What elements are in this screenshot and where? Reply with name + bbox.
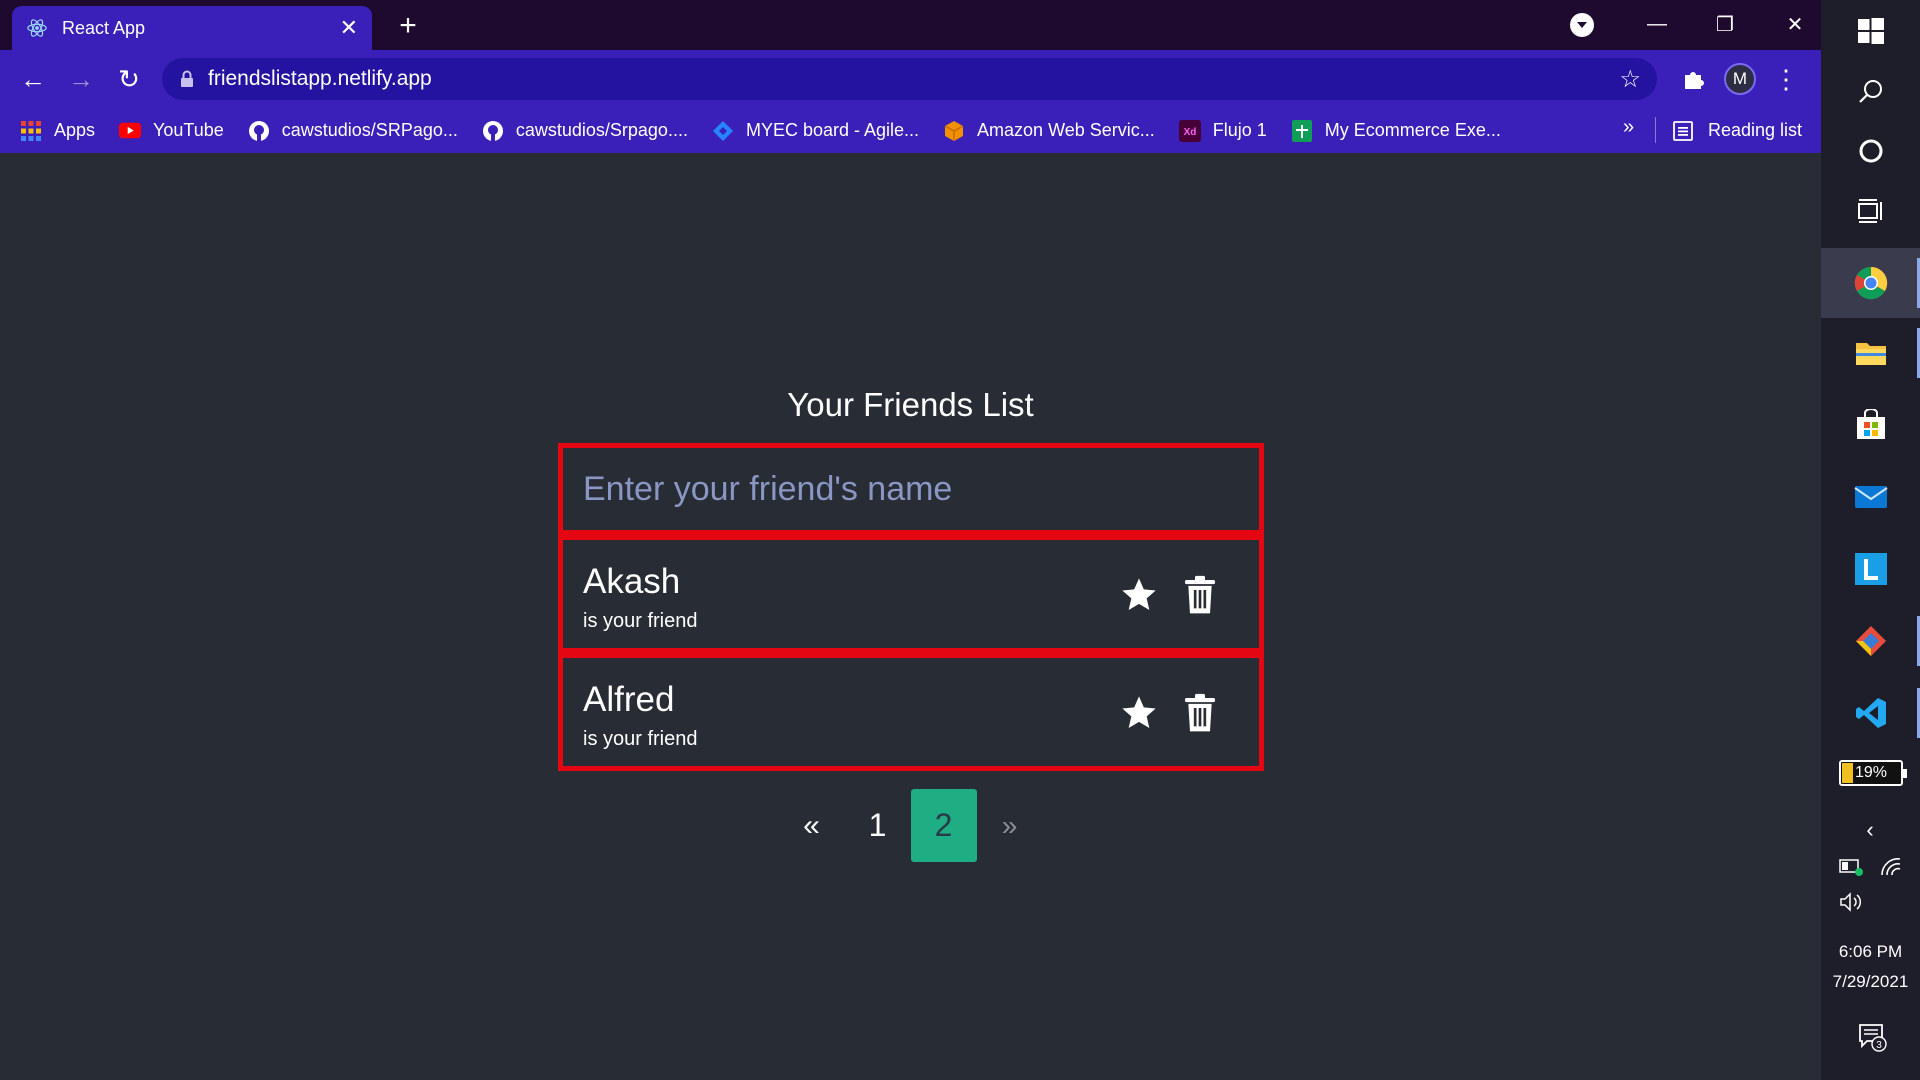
bookmark-aws[interactable]: Amazon Web Servic... [943,120,1155,142]
back-arrow-icon[interactable]: ← [16,62,50,96]
bookmark-label: Flujo 1 [1212,120,1267,140]
reading-list-label: Reading list [1708,120,1803,140]
friend-card: Alfred is your friend [558,653,1264,771]
browser-chrome: React App ✕ + — ❐ ✕ ← → ↻ friendslistapp… [0,0,1821,153]
close-window-button[interactable]: ✕ [1775,8,1815,40]
trash-icon[interactable] [1183,575,1217,615]
bookmark-flujo-1[interactable]: Xd Flujo 1 [1178,119,1267,142]
search-icon[interactable] [1821,60,1920,122]
mail-icon[interactable] [1821,466,1920,528]
bookmarks-bar: Apps YouTube cawstudios/SRPago... cawstu… [0,108,1821,153]
bookmark-cawstudios-srpago-1[interactable]: cawstudios/SRPago... [248,120,458,142]
profile-avatar[interactable]: M [1724,63,1756,95]
restore-button[interactable]: ❐ [1705,8,1745,40]
battery-terminal [1903,769,1907,778]
forward-arrow-icon[interactable]: → [64,62,98,96]
power-status-icon[interactable] [1837,855,1867,879]
minimize-button[interactable]: — [1637,8,1677,40]
bookmark-cawstudios-srpago-2[interactable]: cawstudios/Srpago.... [482,120,688,142]
git-client-icon[interactable] [1821,610,1920,672]
pagination-page-2[interactable]: 2 [910,789,977,862]
page-title: Your Friends List [787,386,1034,423]
pagination-page-1[interactable]: 1 [845,789,911,862]
bookmark-label: cawstudios/Srpago.... [515,120,688,140]
friend-subtitle: is your friend [583,610,698,632]
trash-icon[interactable] [1183,693,1217,733]
pagination: « 1 2 » [0,789,1821,862]
browser-menu-icon[interactable]: ⋮ [1772,62,1800,96]
chrome-taskbar-icon[interactable] [1821,248,1920,318]
bookmark-label: MYEC board - Agile... [745,120,920,140]
url-text: friendslistapp.netlify.app [208,67,432,90]
reload-icon[interactable]: ↻ [112,62,146,96]
star-icon[interactable] [1119,575,1159,615]
volume-icon[interactable] [1837,890,1867,914]
file-explorer-icon[interactable] [1821,322,1920,384]
friend-subtitle: is your friend [583,728,698,750]
show-hidden-icons-chevron[interactable]: ‹ [1856,817,1884,842]
bookmark-apps[interactable]: Apps [20,120,95,142]
tab-strip: React App ✕ + — ❐ ✕ [0,0,1821,50]
jira-icon [712,120,734,142]
pagination-next[interactable]: » [977,789,1043,862]
reading-list-icon [1673,120,1693,141]
close-tab-icon[interactable]: ✕ [340,15,358,41]
github-icon [482,120,504,142]
github-icon [248,120,270,142]
clock-time[interactable]: 6:06 PM [1821,942,1920,962]
bookmark-label: My Ecommerce Exe... [1324,120,1501,140]
bookmark-star-icon[interactable]: ☆ [1619,65,1641,94]
bookmark-youtube[interactable]: YouTube [119,120,224,142]
adobe-xd-icon: Xd [1178,119,1201,142]
cortana-icon[interactable] [1821,120,1920,182]
tab-search-icon[interactable] [1570,13,1594,37]
l-app-icon[interactable] [1821,538,1920,600]
address-bar[interactable]: friendslistapp.netlify.app ☆ [162,58,1657,100]
wifi-icon[interactable] [1877,855,1907,879]
bookmarks-divider [1655,117,1656,143]
bookmark-myec-board[interactable]: MYEC board - Agile... [712,120,919,142]
app-page: Your Friends List Akash is your friend A… [0,153,1821,1080]
notification-count: 3 [1876,1040,1882,1051]
tab-react-app[interactable]: React App ✕ [12,6,372,50]
clock-date[interactable]: 7/29/2021 [1821,972,1920,992]
windows-start-icon[interactable] [1821,0,1920,62]
svg-text:Xd: Xd [1183,127,1196,138]
pagination-prev[interactable]: « [779,789,845,862]
more-bookmarks-chevron[interactable]: » [1623,116,1634,139]
battery-percent: 19% [1854,764,1888,781]
bookmark-label: Apps [54,120,96,140]
bookmark-my-ecommerce[interactable]: My Ecommerce Exe... [1291,119,1501,142]
friend-name: Alfred [583,680,675,719]
windows-taskbar: 19% ‹ 6:06 PM 7/29/2021 3 [1821,0,1920,1080]
action-center-icon[interactable]: 3 [1855,1020,1889,1054]
react-icon [27,19,47,37]
bookmark-label: YouTube [153,120,224,140]
new-tab-button[interactable]: + [392,9,424,42]
aws-icon [943,120,965,142]
tab-title: React App [62,17,146,38]
star-icon[interactable] [1119,693,1159,733]
extensions-puzzle-icon[interactable] [1676,62,1710,96]
vscode-icon[interactable] [1821,682,1920,744]
apps-grid-icon [20,120,42,142]
lock-icon [181,70,193,87]
battery-indicator[interactable]: 19% [1839,760,1907,786]
friend-name: Akash [583,562,681,601]
task-view-icon[interactable] [1821,180,1920,242]
youtube-icon [119,120,142,142]
bookmark-label: Amazon Web Servic... [977,120,1155,140]
reading-list-button[interactable]: Reading list [1672,108,1802,153]
friend-card: Akash is your friend [558,535,1264,653]
friend-name-input[interactable] [583,469,1259,509]
browser-toolbar: ← → ↻ friendslistapp.netlify.app ☆ M ⋮ [0,50,1821,108]
bookmark-label: cawstudios/SRPago... [281,120,458,140]
sheets-icon [1291,119,1313,142]
microsoft-store-icon[interactable] [1821,394,1920,456]
friend-name-input-container [558,443,1264,535]
